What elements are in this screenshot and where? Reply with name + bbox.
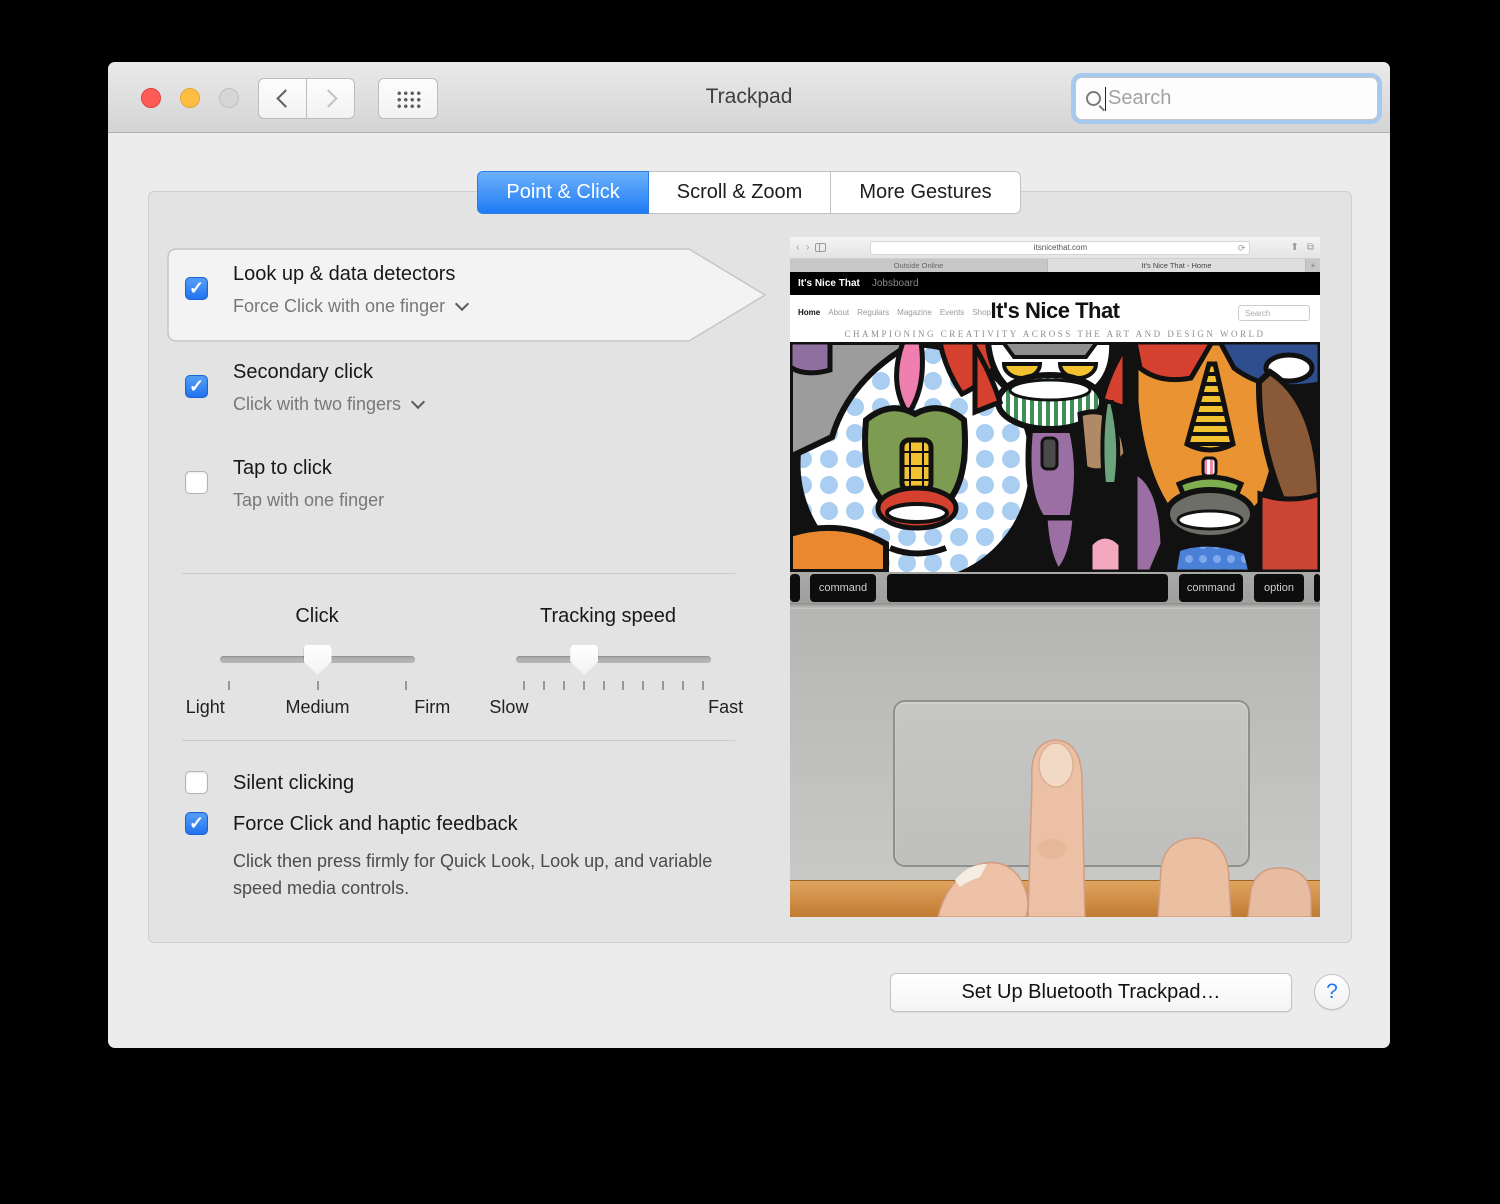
browser-toolbar-icons: ⬆ ⧉ [1290, 242, 1314, 253]
browser-back-forward-icons: ‹ › [796, 242, 812, 253]
tab-bar: Point & Click Scroll & Zoom More Gesture… [108, 171, 1390, 214]
checkmark-icon: ✓ [188, 278, 205, 298]
chevron-down-icon [410, 394, 426, 410]
lookup-subtitle-row[interactable]: Force Click with one finger [233, 296, 470, 317]
search-field-container [1075, 77, 1378, 120]
help-button[interactable]: ? [1314, 974, 1350, 1010]
divider [182, 573, 735, 574]
key-option: option [1254, 574, 1304, 602]
gesture-demo-video: ‹ › itsnicethat.com ⟳ ⬆ ⧉ Outside Online… [790, 237, 1320, 917]
share-icon: ⬆ [1290, 242, 1299, 253]
tap-to-click-subtitle: Tap with one finger [233, 490, 385, 510]
search-input[interactable] [1108, 87, 1338, 110]
key-spacebar [887, 574, 1168, 602]
tick-label-light: Light [185, 697, 225, 717]
keyboard-row: command command option [790, 572, 1320, 609]
secondary-click-title: Secondary click [233, 361, 374, 383]
browser-toolbar: ‹ › itsnicethat.com ⟳ ⬆ ⧉ [790, 237, 1320, 259]
browser-tab-inactive: Outside Online [790, 259, 1048, 272]
tick-label-firm: Firm [414, 697, 451, 717]
browser-tab-bar: Outside Online It's Nice That - Home + [790, 259, 1320, 272]
secondary-click-subtitle: Click with two fingers [233, 394, 402, 414]
silent-clicking-label: Silent clicking [233, 772, 355, 794]
force-click-checkbox[interactable]: ✓ [185, 812, 208, 835]
chevron-down-icon [455, 296, 470, 312]
text-caret [1105, 86, 1106, 111]
tab-overview-icon: ⧉ [1306, 242, 1314, 253]
tab-point-and-click[interactable]: Point & Click [477, 171, 649, 214]
force-click-description: Click then press firmly for Quick Look, … [233, 851, 713, 898]
checkmark-icon: ✓ [188, 813, 205, 833]
setup-bluetooth-trackpad-button[interactable]: Set Up Bluetooth Trackpad… [890, 973, 1292, 1012]
help-question-icon: ? [1326, 980, 1338, 1003]
illustration-artwork [790, 342, 1320, 572]
title-bar: Trackpad [108, 62, 1390, 133]
key-partial-right [1314, 574, 1320, 602]
tick-label-slow: Slow [489, 697, 529, 717]
key-command-left: command [810, 574, 876, 602]
site-top-bar: It's Nice That Jobsboard [790, 272, 1320, 295]
force-click-label: Force Click and haptic feedback [233, 813, 518, 835]
tap-to-click-checkbox[interactable]: ✓ [185, 471, 208, 494]
site-header: Home About Regulars Magazine Events Shop… [790, 295, 1320, 342]
checkmark-icon: ✓ [188, 376, 205, 396]
search-icon [1086, 91, 1101, 106]
tick-label-medium: Medium [285, 697, 350, 717]
lookup-subtitle: Force Click with one finger [233, 296, 446, 316]
tracking-slider-track[interactable] [516, 656, 711, 663]
tab-scroll-and-zoom[interactable]: Scroll & Zoom [648, 171, 832, 214]
lookup-title: Look up & data detectors [233, 263, 456, 285]
tracking-slider-ticks [516, 681, 711, 690]
site-search-box: Search [1238, 305, 1310, 321]
secondary-click-subtitle-row[interactable]: Click with two fingers [233, 394, 426, 415]
tick-label-fast: Fast [708, 697, 744, 717]
trackpad-surface [893, 700, 1250, 867]
tab-more-gestures[interactable]: More Gestures [831, 171, 1021, 214]
site-jobsboard-link: Jobsboard [871, 278, 919, 289]
sidebar-icon [815, 243, 827, 252]
site-brand: It's Nice That [798, 278, 860, 289]
key-command-right: command [1179, 574, 1243, 602]
silent-clicking-checkbox[interactable]: ✓ [185, 771, 208, 794]
click-slider-label: Click [295, 605, 339, 627]
desk-surface [790, 880, 1320, 917]
lookup-checkbox[interactable]: ✓ [185, 277, 208, 300]
site-tagline: CHAMPIONING CREATIVITY ACROSS THE ART AN… [844, 329, 1266, 339]
browser-tab-active: It's Nice That - Home [1048, 259, 1306, 272]
reload-icon: ⟳ [1237, 242, 1246, 253]
tracking-slider-label: Tracking speed [540, 605, 676, 627]
tap-to-click-title: Tap to click [233, 457, 332, 479]
browser-address-bar: itsnicethat.com ⟳ [870, 240, 1251, 255]
browser-url: itsnicethat.com [1033, 243, 1088, 252]
key-partial-left [790, 574, 800, 602]
trackpad-preferences-window: Trackpad Point & Click Scroll & Zoom Mor… [108, 62, 1390, 1048]
click-slider-ticks [220, 681, 415, 690]
laptop-body [790, 609, 1320, 880]
new-tab-icon: + [1306, 259, 1320, 272]
divider [182, 740, 735, 741]
lookup-row: ✓ Look up & data detectors Force Click w… [167, 248, 767, 342]
secondary-click-checkbox[interactable]: ✓ [185, 375, 208, 398]
